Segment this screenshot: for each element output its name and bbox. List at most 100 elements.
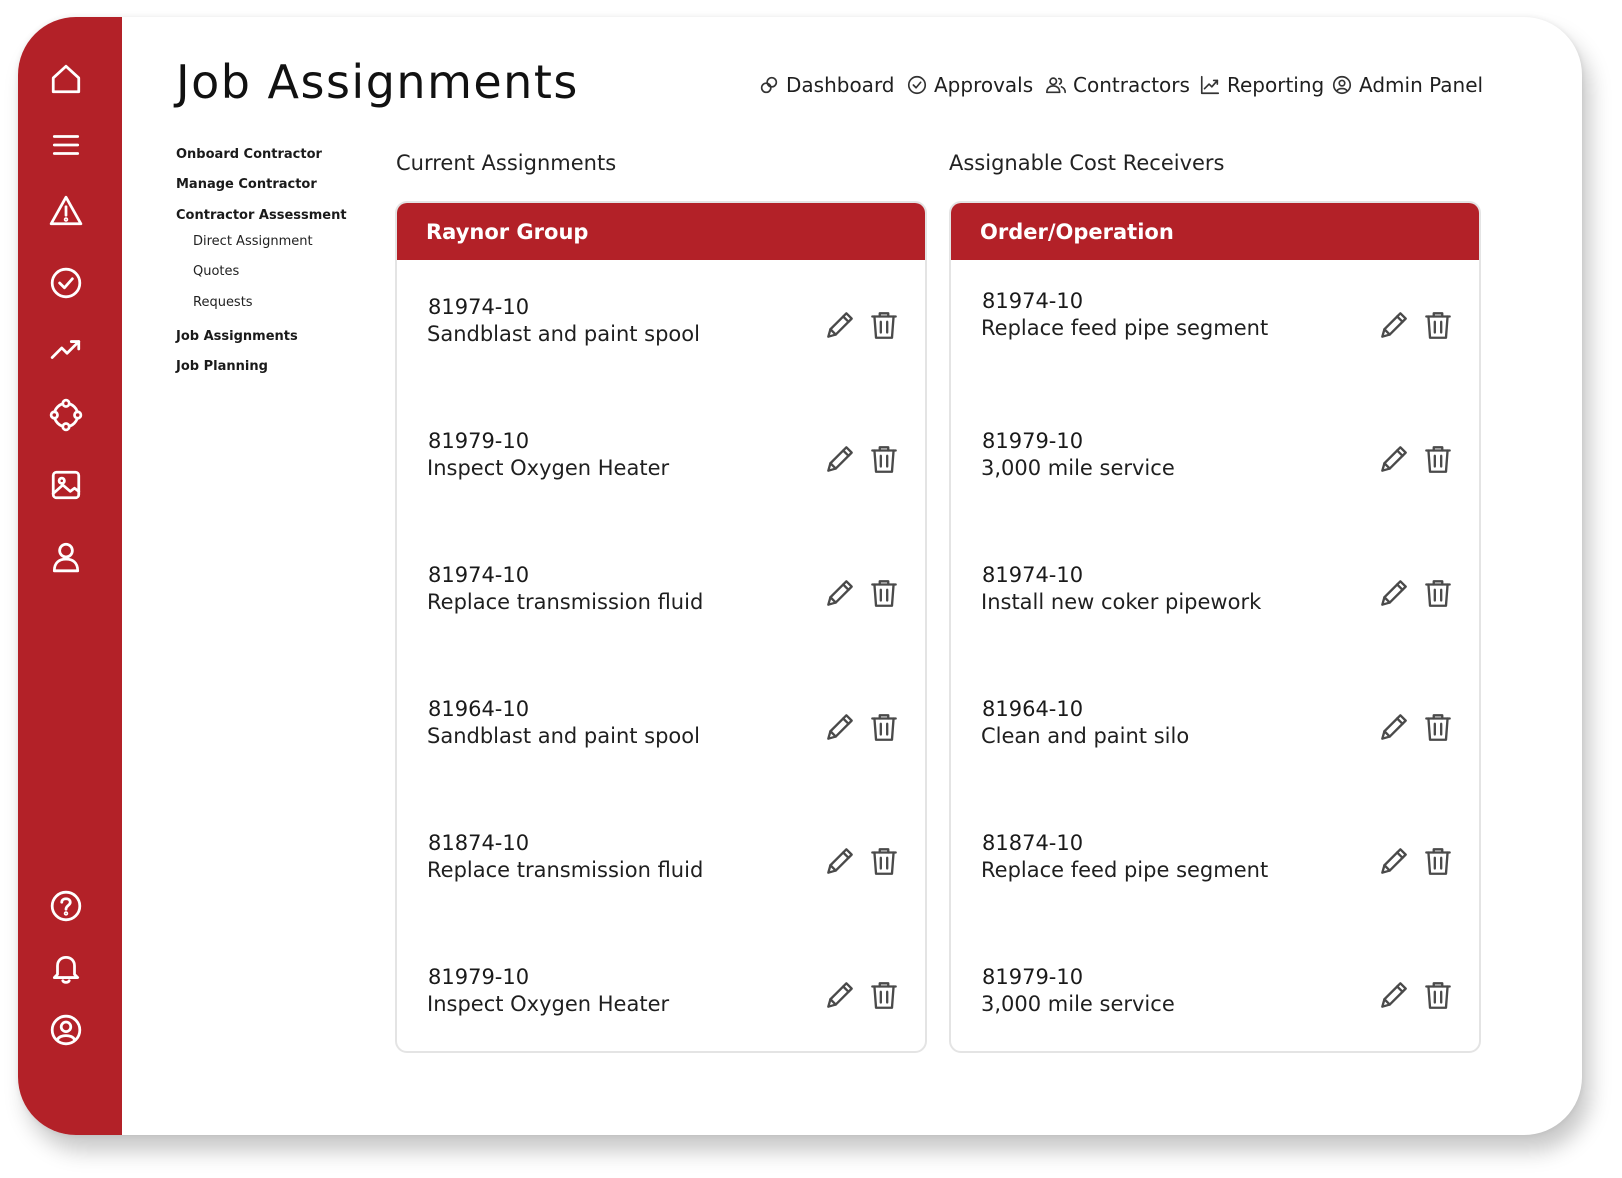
edit-button[interactable]: [821, 574, 859, 612]
job-code: 81979-10: [428, 429, 530, 453]
nav-contractors[interactable]: Contractors: [1045, 73, 1190, 97]
pencil-icon: [1381, 714, 1407, 740]
panel-header: Raynor Group: [397, 203, 925, 260]
list-item: 81964-10 Sandblast and paint spool: [397, 676, 925, 810]
pencil-icon: [827, 580, 853, 606]
list-item: 81979-10 Inspect Oxygen Heater: [397, 944, 925, 1051]
job-code: 81974-10: [428, 563, 530, 587]
order-description: Clean and paint silo: [981, 724, 1190, 748]
nav-reporting-label: Reporting: [1227, 73, 1325, 97]
trash-icon: [871, 982, 897, 1009]
network-icon[interactable]: [46, 395, 86, 435]
order-code: 81974-10: [982, 563, 1084, 587]
trash-icon: [871, 848, 897, 875]
delete-button[interactable]: [1419, 976, 1457, 1014]
subnav-contractor-assessment[interactable]: Contractor Assessment: [176, 208, 347, 223]
check-circle-icon: [907, 75, 927, 95]
edit-button[interactable]: [821, 976, 859, 1014]
nav-admin-panel-label: Admin Panel: [1359, 73, 1484, 97]
nav-approvals[interactable]: Approvals: [906, 73, 1033, 97]
trash-icon: [871, 312, 897, 339]
image-icon[interactable]: [46, 465, 86, 505]
edit-button[interactable]: [1375, 976, 1413, 1014]
edit-button[interactable]: [821, 842, 859, 880]
delete-button[interactable]: [865, 306, 903, 344]
pencil-icon: [1381, 312, 1407, 338]
order-code: 81979-10: [982, 429, 1084, 453]
job-code: 81874-10: [428, 831, 530, 855]
trash-icon: [1425, 580, 1451, 607]
pencil-icon: [827, 446, 853, 472]
trash-icon: [1425, 714, 1451, 741]
list-item: 81964-10 Clean and paint silo: [951, 676, 1479, 810]
job-description: Replace transmission fluid: [427, 858, 704, 882]
trash-icon: [1425, 446, 1451, 473]
delete-button[interactable]: [865, 708, 903, 746]
delete-button[interactable]: [865, 842, 903, 880]
user-circle-icon: [1332, 75, 1352, 95]
pencil-icon: [827, 848, 853, 874]
delete-button[interactable]: [1419, 708, 1457, 746]
subnav-onboard-contractor[interactable]: Onboard Contractor: [176, 147, 322, 162]
edit-button[interactable]: [821, 306, 859, 344]
pencil-icon: [1381, 580, 1407, 606]
help-icon[interactable]: [46, 886, 86, 926]
app-window: Job Assignments Dashboard Approvals Cont…: [18, 17, 1582, 1135]
nav-dashboard[interactable]: Dashboard: [758, 73, 895, 97]
delete-button[interactable]: [1419, 574, 1457, 612]
list-item: 81874-10 Replace transmission fluid: [397, 810, 925, 944]
edit-button[interactable]: [821, 440, 859, 478]
user-icon[interactable]: [46, 537, 86, 577]
order-code: 81974-10: [982, 289, 1084, 313]
trash-icon: [1425, 848, 1451, 875]
trash-icon: [1425, 982, 1451, 1009]
nav-reporting[interactable]: Reporting: [1199, 73, 1324, 97]
top-nav: Dashboard Approvals Contractors Reportin…: [18, 73, 1582, 113]
subnav-job-assignments[interactable]: Job Assignments: [176, 329, 298, 344]
subnav-direct-assignment[interactable]: Direct Assignment: [193, 234, 313, 249]
users-icon: [1046, 77, 1066, 94]
cost-receivers-panel: Order/Operation 81974-10 Replace feed pi…: [949, 201, 1481, 1053]
edit-button[interactable]: [821, 708, 859, 746]
subnav-job-planning[interactable]: Job Planning: [176, 359, 268, 374]
cost-receivers-heading: Assignable Cost Receivers: [949, 151, 1225, 175]
delete-button[interactable]: [1419, 842, 1457, 880]
nav-approvals-label: Approvals: [934, 73, 1034, 97]
edit-button[interactable]: [1375, 574, 1413, 612]
pencil-icon: [827, 312, 853, 338]
edit-button[interactable]: [1375, 842, 1413, 880]
job-code: 81979-10: [428, 965, 530, 989]
list-item: 81979-10 3,000 mile service: [951, 408, 1479, 542]
delete-button[interactable]: [1419, 306, 1457, 344]
list-item: 81974-10 Install new coker pipework: [951, 542, 1479, 676]
subnav-quotes[interactable]: Quotes: [193, 264, 239, 279]
list-item: 81974-10 Sandblast and paint spool: [397, 274, 925, 408]
order-description: 3,000 mile service: [981, 456, 1175, 480]
nav-dashboard-label: Dashboard: [786, 73, 895, 97]
job-description: Replace transmission fluid: [427, 590, 704, 614]
edit-button[interactable]: [1375, 440, 1413, 478]
account-icon[interactable]: [46, 1010, 86, 1050]
pencil-icon: [1381, 446, 1407, 472]
menu-icon[interactable]: [46, 125, 86, 165]
trash-icon: [871, 446, 897, 473]
delete-button[interactable]: [865, 574, 903, 612]
job-description: Inspect Oxygen Heater: [427, 992, 670, 1016]
job-description: Inspect Oxygen Heater: [427, 456, 670, 480]
trash-icon: [871, 580, 897, 607]
delete-button[interactable]: [865, 976, 903, 1014]
delete-button[interactable]: [865, 440, 903, 478]
order-description: Replace feed pipe segment: [981, 316, 1269, 340]
job-description: Sandblast and paint spool: [427, 724, 700, 748]
trend-icon[interactable]: [46, 329, 86, 369]
edit-button[interactable]: [1375, 306, 1413, 344]
subnav-manage-contractor[interactable]: Manage Contractor: [176, 177, 317, 192]
nav-admin-panel[interactable]: Admin Panel: [1331, 73, 1483, 97]
edit-button[interactable]: [1375, 708, 1413, 746]
check-circle-icon[interactable]: [46, 263, 86, 303]
alert-icon[interactable]: [46, 191, 86, 231]
bell-icon[interactable]: [46, 948, 86, 988]
delete-button[interactable]: [1419, 440, 1457, 478]
side-rail: [18, 17, 122, 1135]
subnav-requests[interactable]: Requests: [193, 295, 253, 310]
